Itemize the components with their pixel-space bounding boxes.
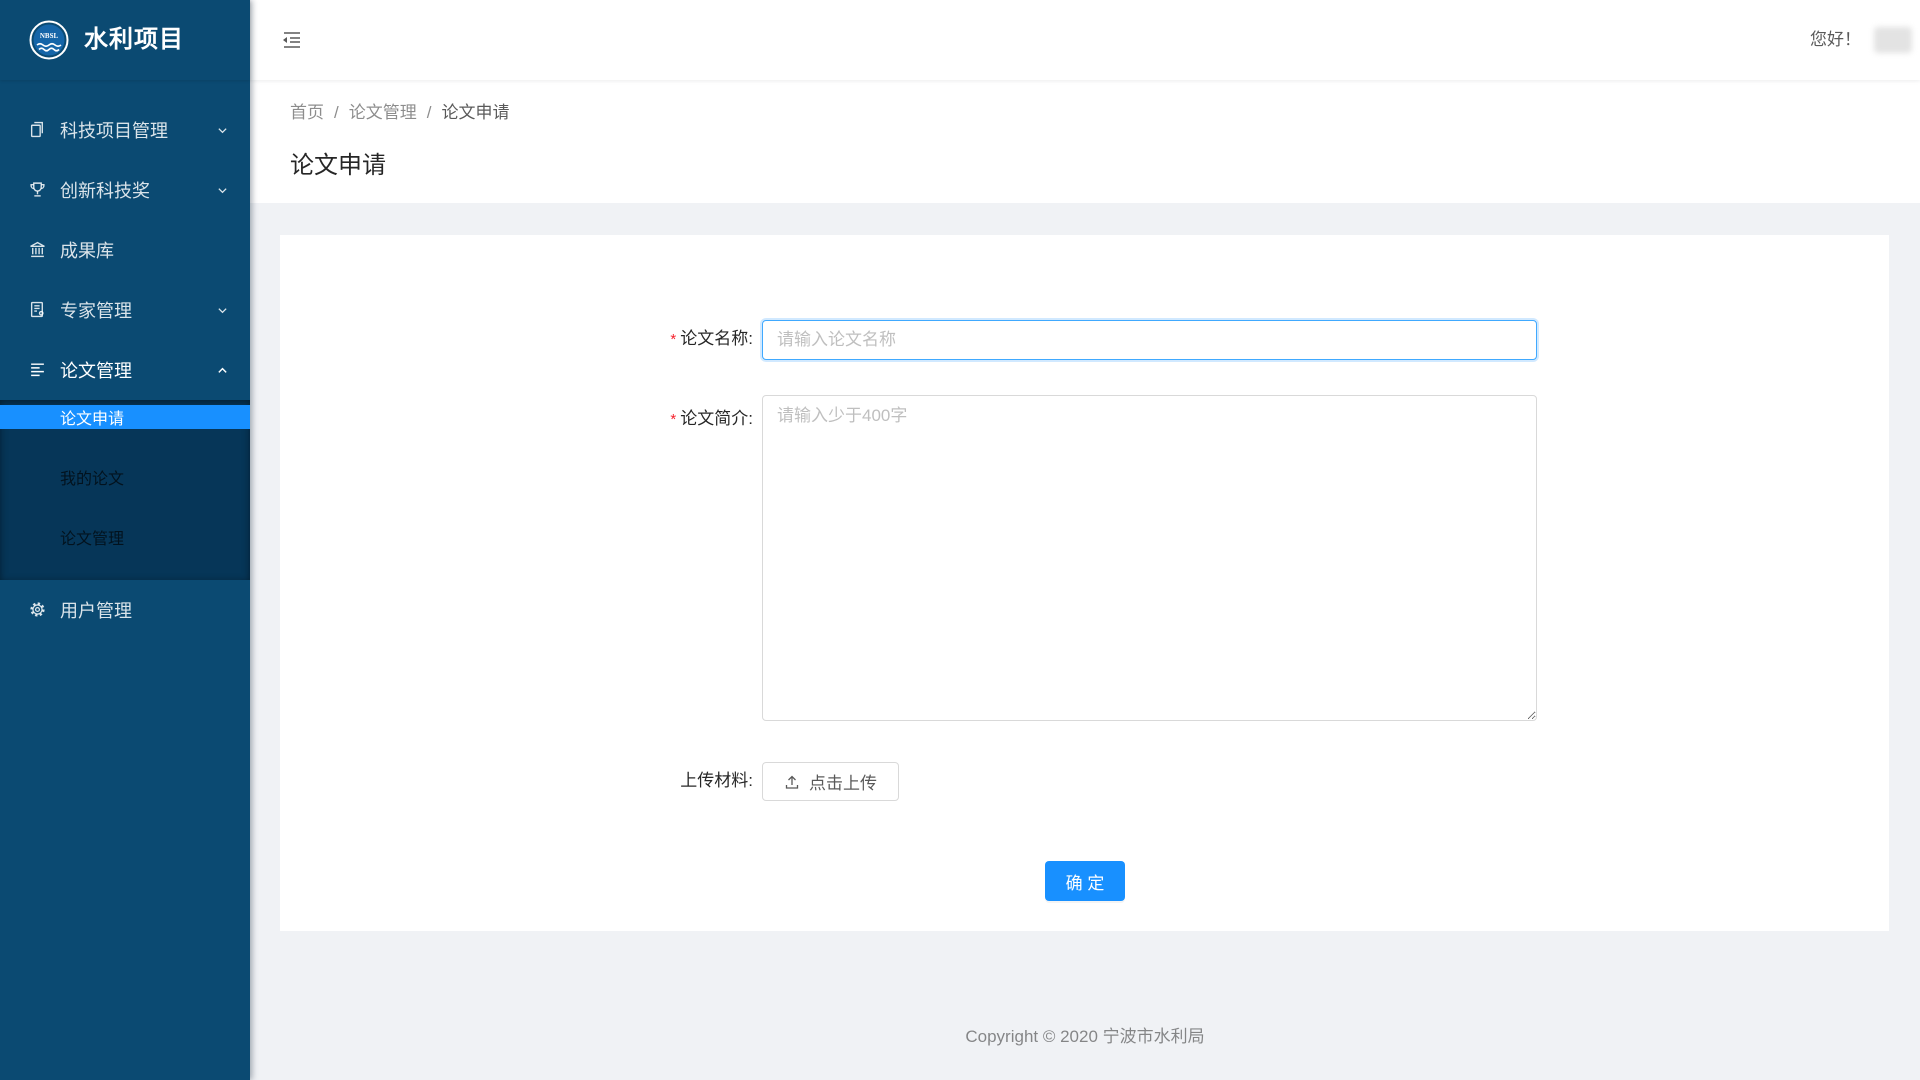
setting-icon [29, 601, 46, 618]
sidebar-submenu: 论文申请 我的论文 论文管理 [0, 400, 250, 580]
upload-label-text: 上传材料: [680, 771, 753, 790]
sidebar-subitem-label: 论文管理 [60, 531, 125, 548]
upload-button-label: 点击上传 [809, 774, 877, 793]
logo-text: NBSL [40, 32, 59, 40]
paper-name-label: * 论文名称: [553, 327, 753, 352]
sidebar-item-papers[interactable]: 论文管理 [0, 340, 250, 400]
app-title: 水利项目 [84, 26, 184, 53]
upload-button[interactable]: 点击上传 [762, 762, 899, 801]
page-title: 论文申请 [290, 152, 386, 179]
breadcrumb-separator: / [334, 103, 339, 122]
form-card: *论文名称: *论文简介: 上传材料: 点击上传 确 定 [280, 235, 1889, 931]
user-name-redacted [1874, 27, 1912, 53]
sidebar-subitem-label: 我的论文 [60, 471, 125, 488]
copy-icon [29, 121, 46, 138]
logo[interactable]: NBSL 水利项目 [0, 0, 250, 80]
breadcrumb-separator: / [426, 103, 432, 122]
sidebar-item-label: 用户管理 [60, 600, 132, 621]
sidebar-item-tech-projects[interactable]: 科技项目管理 [0, 100, 250, 160]
sidebar-item-achievements[interactable]: 成果库 [0, 220, 250, 280]
breadcrumb: 首页 / 论文管理 / 论文申请 [290, 101, 509, 125]
sidebar-item-users[interactable]: 用户管理 [0, 580, 250, 640]
required-mark: * [670, 331, 677, 348]
bars-icon [29, 361, 46, 378]
sidebar-item-experts[interactable]: 专家管理 [0, 280, 250, 340]
trophy-icon [29, 181, 46, 198]
user-menu[interactable]: 您好！ [1800, 0, 1920, 80]
chevron-down-icon [217, 125, 228, 136]
chevron-up-icon [217, 365, 228, 376]
footer-copyright: Copyright © 2020 宁波市水利局 [965, 1027, 1205, 1046]
menu-fold-icon[interactable] [280, 28, 304, 52]
chevron-down-icon [217, 185, 228, 196]
sidebar-subitem-paper-manage[interactable]: 论文管理 [0, 520, 250, 580]
sidebar-item-innovation-award[interactable]: 创新科技奖 [0, 160, 250, 220]
sidebar-item-label: 论文管理 [60, 360, 132, 381]
sidebar-subitem-label: 论文申请 [60, 411, 125, 428]
logo-emblem-icon: NBSL [29, 20, 69, 60]
paper-name-input[interactable] [762, 320, 1537, 360]
paper-summary-label-text: 论文简介: [680, 409, 753, 428]
page-header: 首页 / 论文管理 / 论文申请 论文申请 [250, 80, 1920, 203]
upload-icon [784, 774, 800, 790]
bank-icon [29, 241, 46, 258]
sidebar-subitem-my-papers[interactable]: 我的论文 [0, 460, 250, 520]
sidebar: NBSL 水利项目 科技项目管理 创新科技奖 成果库 专家管理 论文管理 论文申… [0, 0, 250, 1080]
upload-label: 上传材料: [553, 769, 753, 793]
greeting-text: 您好！ [1810, 30, 1861, 49]
required-mark: * [670, 411, 677, 428]
paper-summary-label: * 论文简介: [553, 407, 753, 432]
sidebar-menu: 科技项目管理 创新科技奖 成果库 专家管理 论文管理 论文申请 我的论文 论文管… [0, 100, 250, 640]
breadcrumb-home[interactable]: 首页 [290, 103, 324, 122]
submit-button[interactable]: 确 定 [1045, 861, 1125, 901]
sidebar-item-label: 创新科技奖 [60, 180, 150, 201]
sidebar-item-label: 专家管理 [60, 300, 132, 321]
sidebar-subitem-paper-apply[interactable]: 论文申请 [0, 400, 250, 460]
sidebar-item-label: 成果库 [60, 240, 114, 261]
profile-icon [29, 301, 46, 318]
top-header: 您好！ [250, 0, 1920, 80]
breadcrumb-paper-manage[interactable]: 论文管理 [349, 103, 417, 122]
paper-name-label-text: 论文名称: [680, 329, 753, 348]
paper-summary-textarea[interactable] [762, 395, 1537, 721]
sidebar-item-label: 科技项目管理 [60, 120, 168, 141]
chevron-down-icon [217, 305, 228, 316]
breadcrumb-current: 论文申请 [441, 103, 510, 122]
